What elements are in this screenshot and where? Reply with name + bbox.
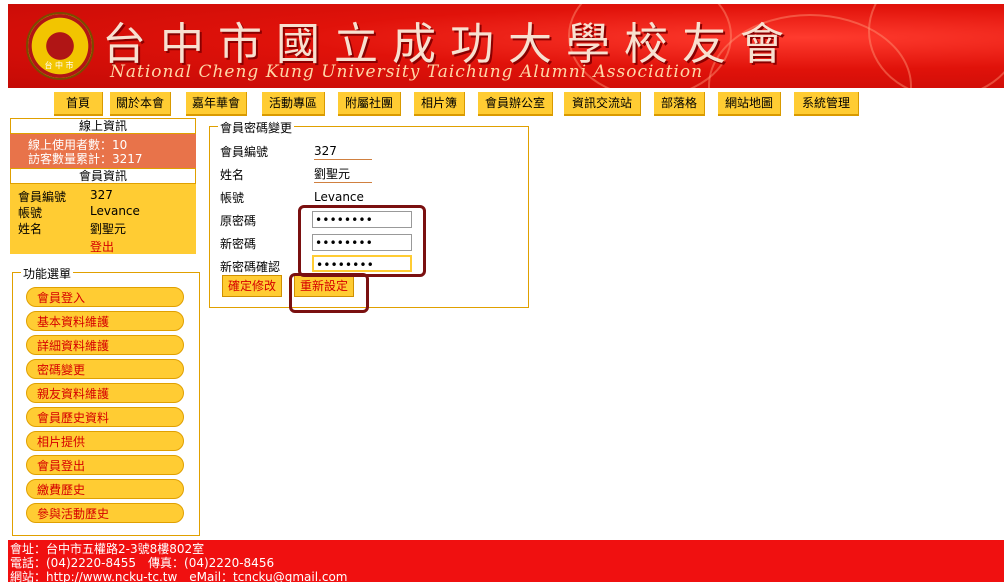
left-sidebar: 線上資訊 線上使用者數：10 訪客數量累計：3217 會員資訊 會員編號 327…	[10, 118, 200, 536]
footer-web: 網站：http://www.ncku-tc.tw eMail：tcncku@gm…	[10, 570, 348, 582]
menu-relatives-info[interactable]: 親友資料維護	[26, 383, 184, 403]
nav-about[interactable]: 關於本會	[110, 92, 171, 116]
visitor-count-line: 訪客數量累計：3217	[28, 152, 186, 166]
function-menu: 功能選單 會員登入 基本資料維護 詳細資料維護 密碼變更 親友資料維護 會員歷史…	[12, 265, 200, 536]
online-info-panel: 線上使用者數：10 訪客數量累計：3217	[10, 134, 196, 168]
site-title-english: National Cheng Kung University Taichung …	[110, 62, 704, 82]
member-info-panel: 會員編號 327 帳號 Levance 姓名 劉聖元 登出	[10, 184, 196, 254]
member-info-heading: 會員資訊	[10, 168, 196, 184]
member-id-label: 會員編號	[18, 190, 67, 204]
online-users-line: 線上使用者數：10	[28, 138, 186, 152]
logout-link[interactable]: 登出	[90, 238, 114, 255]
visitor-count-label: 訪客數量累計：	[28, 152, 113, 166]
form-legend: 會員密碼變更	[218, 119, 295, 136]
nav-home[interactable]: 首頁	[54, 92, 103, 116]
menu-detailed-info[interactable]: 詳細資料維護	[26, 335, 184, 355]
decorative-swirl	[868, 4, 1004, 88]
nav-activities[interactable]: 活動專區	[262, 92, 325, 116]
member-id-field-label: 會員編號	[220, 145, 269, 159]
nav-clubs[interactable]: 附屬社團	[338, 92, 401, 116]
menu-basic-info[interactable]: 基本資料維護	[26, 311, 184, 331]
member-id-value: 327	[90, 188, 113, 202]
function-menu-legend: 功能選單	[21, 265, 74, 282]
password-fields-highlight	[298, 205, 426, 277]
menu-photo-submit[interactable]: 相片提供	[26, 431, 184, 451]
confirm-change-button[interactable]: 確定修改	[222, 275, 282, 297]
nav-sitemap[interactable]: 網站地圖	[718, 92, 781, 116]
member-id-field-value: 327	[314, 143, 372, 160]
name-field-value: 劉聖元	[314, 166, 372, 183]
menu-activity-history[interactable]: 參與活動歷史	[26, 503, 184, 523]
confirm-password-label: 新密碼確認	[220, 260, 281, 274]
member-name-value: 劉聖元	[90, 222, 127, 236]
new-password-label: 新密碼	[220, 237, 257, 251]
nav-carnival[interactable]: 嘉年華會	[186, 92, 247, 116]
site-footer: 會址：台中市五權路2-3號8樓802室 電話：(04)2220-8455 傳真：…	[8, 540, 1004, 582]
menu-member-logout[interactable]: 會員登出	[26, 455, 184, 475]
member-name-label: 姓名	[18, 222, 43, 236]
online-users-label: 線上使用者數：	[28, 138, 113, 152]
reset-button-highlight	[289, 273, 369, 313]
member-account-value: Levance	[90, 204, 140, 218]
online-users-count: 10	[112, 138, 128, 152]
nav-member-office[interactable]: 會員辦公室	[478, 92, 553, 116]
nav-admin[interactable]: 系統管理	[794, 92, 859, 116]
footer-phone: 電話：(04)2220-8455 傳真：(04)2220-8456	[10, 556, 275, 570]
name-field-label: 姓名	[220, 168, 245, 182]
menu-member-login[interactable]: 會員登入	[26, 287, 184, 307]
menu-payment-history[interactable]: 繳費歷史	[26, 479, 184, 499]
nav-blog[interactable]: 部落格	[654, 92, 705, 116]
old-password-label: 原密碼	[220, 214, 257, 228]
nav-info-exchange[interactable]: 資訊交流站	[564, 92, 641, 116]
logo-text: 台 中 市	[44, 61, 74, 70]
account-field-label: 帳號	[220, 191, 245, 205]
footer-address: 會址：台中市五權路2-3號8樓802室	[10, 542, 205, 556]
menu-change-password[interactable]: 密碼變更	[26, 359, 184, 379]
nav-albums[interactable]: 相片簿	[414, 92, 465, 116]
visitor-count-value: 3217	[112, 152, 143, 166]
account-field-value: Levance	[314, 189, 414, 206]
menu-member-history[interactable]: 會員歷史資料	[26, 407, 184, 427]
online-info-heading: 線上資訊	[10, 118, 196, 134]
site-banner: 台 中 市 台中市國立成功大學校友會 National Cheng Kung U…	[8, 4, 1004, 88]
member-account-label: 帳號	[18, 206, 43, 220]
